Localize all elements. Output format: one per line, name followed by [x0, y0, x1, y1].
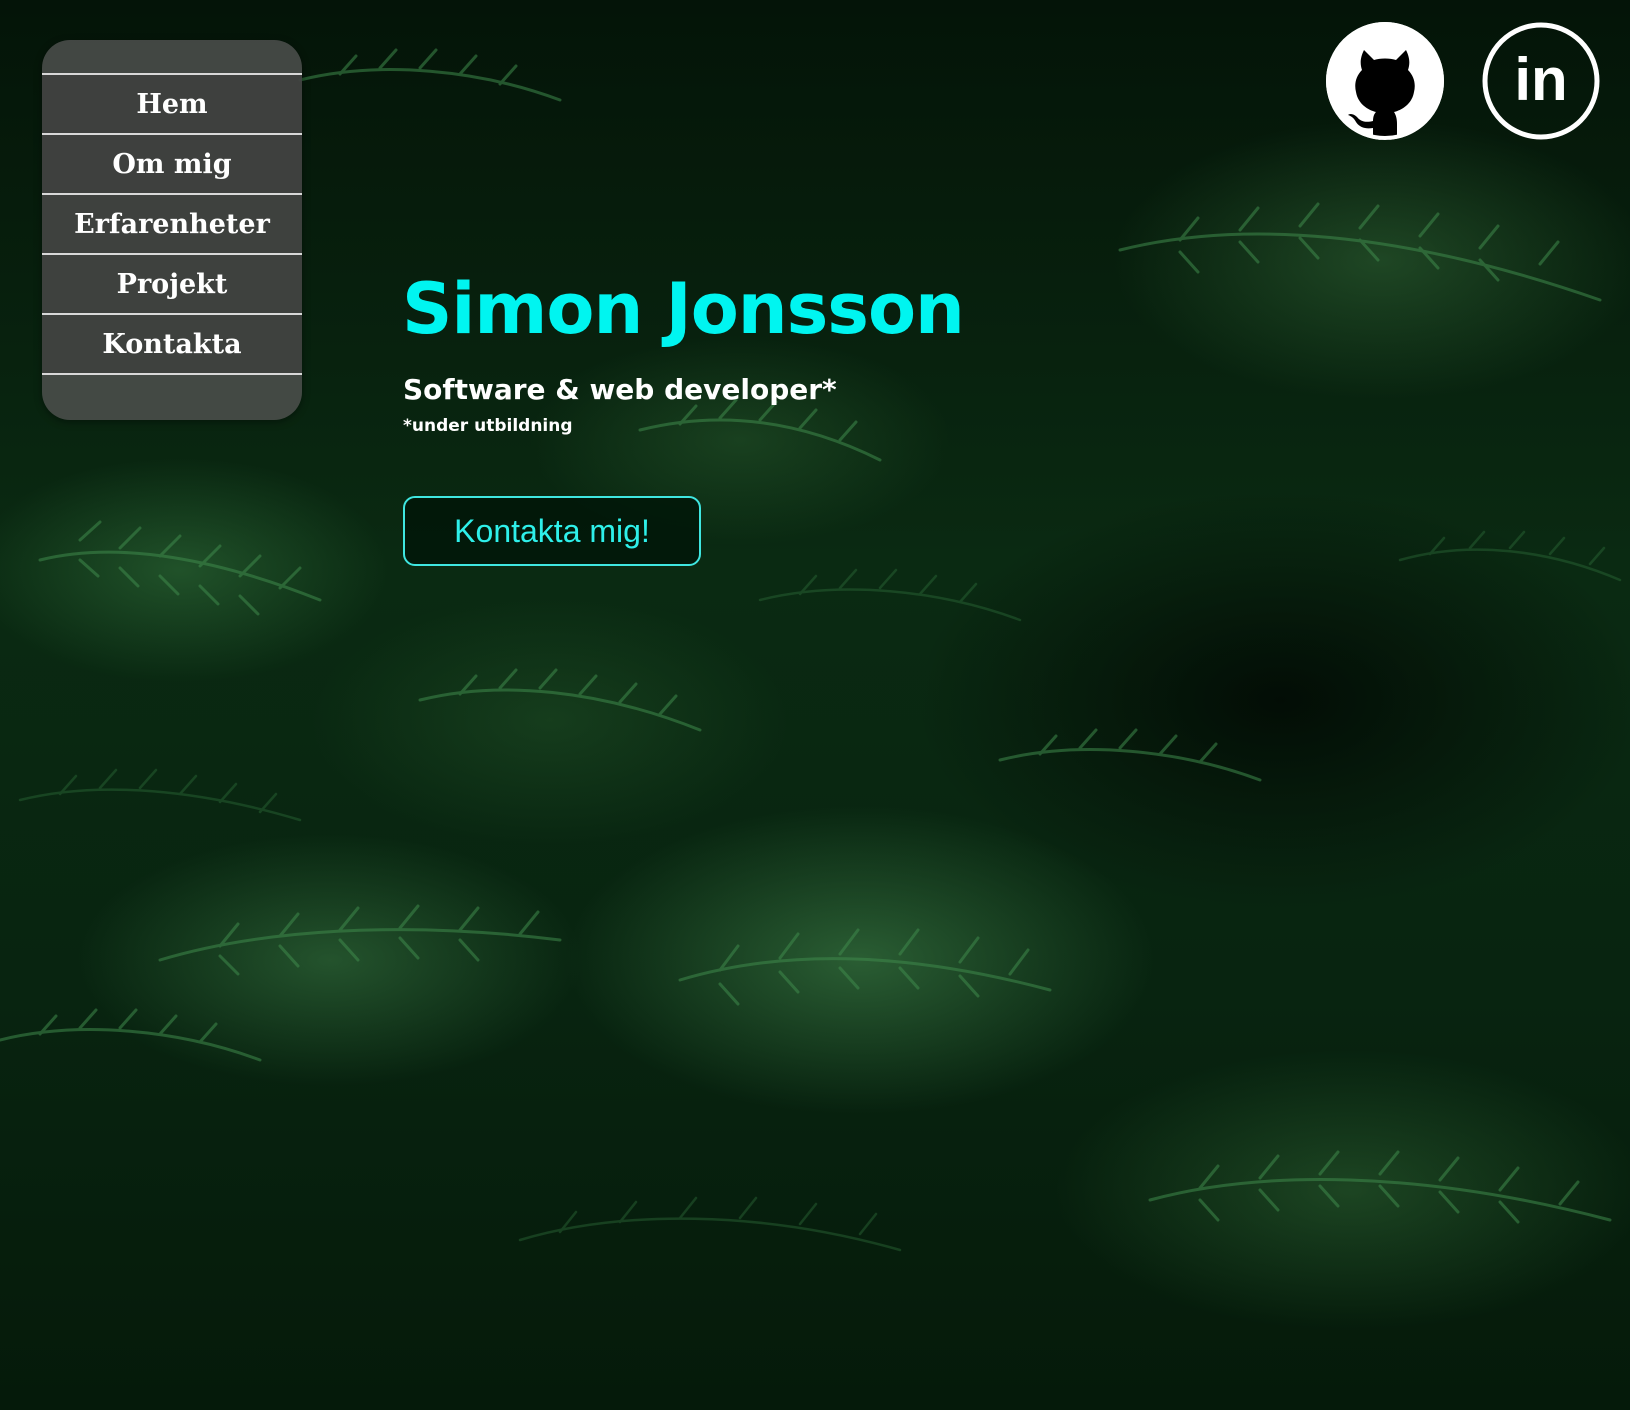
github-icon [1326, 22, 1444, 140]
nav-item-erfarenheter[interactable]: Erfarenheter [42, 195, 302, 255]
contact-me-button[interactable]: Kontakta mig! [403, 496, 701, 566]
nav-item-kontakta[interactable]: Kontakta [42, 315, 302, 375]
linkedin-link[interactable]: in [1482, 22, 1600, 140]
linkedin-icon-text: in [1514, 46, 1567, 113]
linkedin-icon: in [1482, 22, 1600, 140]
page: Hem Om mig Erfarenheter Projekt Kontakta… [0, 0, 1630, 1410]
nav-item-om-mig[interactable]: Om mig [42, 135, 302, 195]
nav-list: Hem Om mig Erfarenheter Projekt Kontakta [42, 73, 302, 375]
hero-note: *under utbildning [403, 416, 573, 436]
github-link[interactable] [1326, 22, 1444, 140]
nav-item-projekt[interactable]: Projekt [42, 255, 302, 315]
nav-item-hem[interactable]: Hem [42, 75, 302, 135]
hero-name: Simon Jonsson [402, 268, 965, 350]
hero-role: Software & web developer* [403, 373, 837, 406]
sidebar-nav: Hem Om mig Erfarenheter Projekt Kontakta [42, 40, 302, 420]
